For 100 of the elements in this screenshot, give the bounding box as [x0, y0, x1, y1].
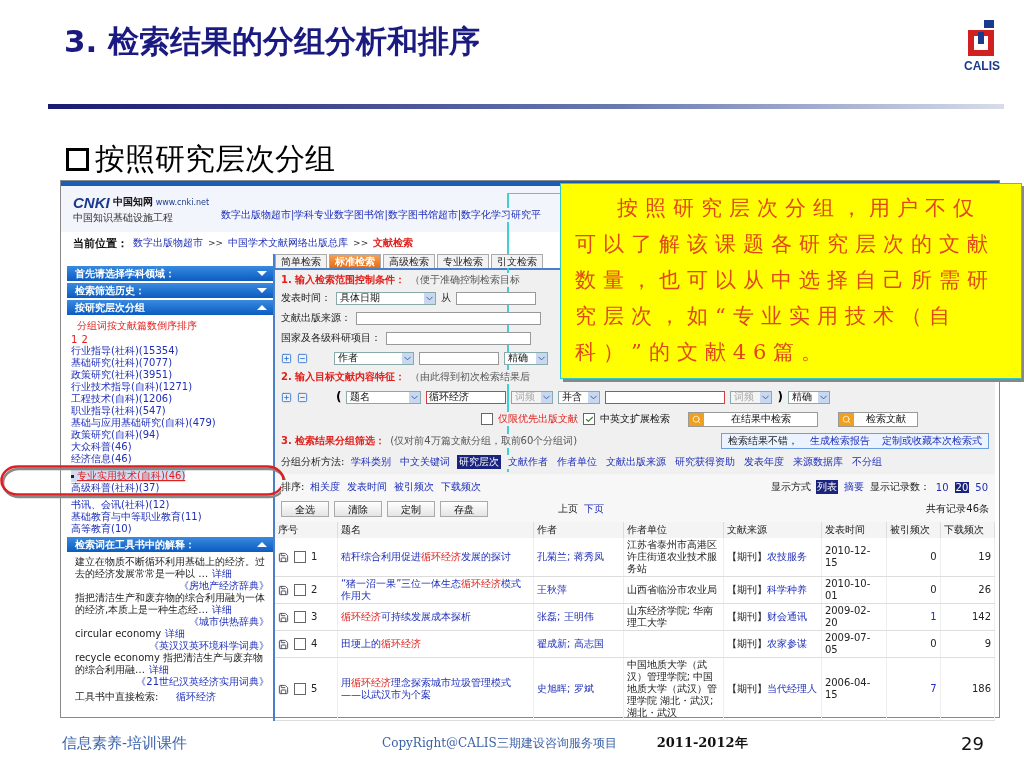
input-field[interactable]: [605, 390, 726, 404]
source-link[interactable]: 农技服务: [766, 551, 807, 563]
group-item[interactable]: 专业实用技术(自科)(46): [71, 470, 186, 482]
author-link[interactable]: 孔菊兰; 蒋秀凤: [537, 551, 604, 562]
group-method-link[interactable]: 作者单位: [555, 455, 600, 469]
checkbox[interactable]: [294, 551, 306, 563]
page-link[interactable]: 2: [81, 334, 88, 345]
pager-link[interactable]: 上页: [558, 502, 578, 516]
record-count-link[interactable]: 10: [934, 481, 950, 493]
source-link[interactable]: 当代经理人: [766, 683, 817, 695]
sort-link[interactable]: 发表时间: [346, 480, 389, 494]
group-item[interactable]: 书讯、会讯(社科)(12): [71, 499, 170, 511]
page-link[interactable]: 1: [71, 334, 78, 345]
detail-link[interactable]: 详细: [212, 604, 233, 615]
source-link[interactable]: 财会通讯: [766, 611, 807, 623]
search-tab[interactable]: 专业检索: [437, 254, 489, 268]
group-method-link[interactable]: 发表年度: [742, 455, 787, 469]
search-tab[interactable]: 简单检索: [275, 254, 327, 268]
group-method-link[interactable]: 不分组: [850, 455, 885, 469]
article-title-link[interactable]: 秸秆综合利用促进循环经济发展的探讨: [341, 551, 531, 563]
group-method-link[interactable]: 研究获得资助: [673, 455, 738, 469]
author-link[interactable]: 史旭晖; 罗斌: [537, 683, 594, 694]
save-icon[interactable]: [278, 611, 289, 623]
checkbox[interactable]: [294, 611, 306, 623]
group-item[interactable]: 高等教育(10): [71, 523, 132, 535]
add-row-icon[interactable]: [281, 391, 292, 403]
search-button[interactable]: 检索文献: [838, 411, 918, 427]
direct-search-link[interactable]: 循环经济: [176, 690, 217, 704]
group-item[interactable]: 行业指导(社科)(15354): [71, 345, 179, 357]
checkbox[interactable]: [583, 413, 595, 425]
report-link[interactable]: 生成检索报告: [810, 434, 870, 448]
group-item[interactable]: 政策研究(社科)(3951): [71, 369, 173, 381]
search-button[interactable]: 在结果中检索: [688, 411, 818, 427]
group-item[interactable]: 基础教育与中等职业教育(11): [71, 511, 202, 523]
cited-count[interactable]: 1: [930, 611, 937, 622]
group-item[interactable]: 高级科普(社科)(37): [71, 482, 160, 494]
remove-row-icon[interactable]: [297, 391, 308, 403]
cited-count[interactable]: 7: [930, 683, 937, 694]
dictionary-source[interactable]: 《城市供热辞典》: [189, 616, 269, 628]
checkbox[interactable]: [481, 413, 493, 425]
group-method-link[interactable]: 文献出版来源: [604, 455, 669, 469]
search-tab[interactable]: 引文检索: [491, 254, 543, 268]
breadcrumb-link[interactable]: 数字出版物超市: [133, 236, 203, 250]
detail-link[interactable]: 详细: [149, 664, 169, 675]
display-mode-link[interactable]: 列表: [815, 480, 838, 494]
author-link[interactable]: 翟成新; 高志国: [537, 638, 604, 649]
group-item[interactable]: 经济信息(46): [71, 453, 132, 465]
group-method-link[interactable]: 文献作者: [506, 455, 551, 469]
dropdown[interactable]: 具体日期: [336, 291, 436, 305]
add-row-icon[interactable]: [281, 352, 292, 364]
group-item[interactable]: 行业技术指导(自科)(1271): [71, 381, 193, 393]
toolbar-button[interactable]: 存盘: [440, 501, 488, 517]
display-mode-link[interactable]: 摘要: [842, 480, 865, 494]
group-method-link[interactable]: 来源数据库: [791, 455, 846, 469]
group-item[interactable]: 职业指导(社科)(547): [71, 405, 166, 417]
panel-header[interactable]: 首先请选择学科领域：: [67, 266, 273, 281]
remove-row-icon[interactable]: [297, 352, 308, 364]
dictionary-source[interactable]: 《英汉汉英环境科学词典》: [149, 640, 269, 652]
breadcrumb-link[interactable]: 文献检索: [373, 236, 414, 250]
save-icon[interactable]: [278, 683, 289, 695]
dropdown[interactable]: 精确: [787, 390, 830, 404]
sort-link[interactable]: 相关度: [309, 480, 342, 494]
group-item[interactable]: 政策研究(自科)(94): [71, 429, 160, 441]
dropdown[interactable]: 题名: [346, 390, 422, 404]
article-title-link[interactable]: “猪一沼一果”三位一体生态循环经济模式作用大: [341, 578, 531, 602]
source-link[interactable]: 科学种养: [766, 584, 807, 596]
record-count-link[interactable]: 20: [954, 481, 970, 493]
group-item[interactable]: 工程技术(自科)(1206): [71, 393, 173, 405]
dictionary-source[interactable]: 《21世纪汉英经济实用词典》: [136, 676, 269, 688]
dictionary-source[interactable]: 《房地产经济辞典》: [179, 580, 269, 592]
save-icon[interactable]: [278, 638, 289, 650]
detail-link[interactable]: 详细: [212, 568, 233, 579]
checkbox[interactable]: [294, 584, 306, 596]
source-link[interactable]: 农家参谋: [766, 638, 807, 650]
group-item[interactable]: 基础研究(社科)(7077): [71, 357, 173, 369]
input-field[interactable]: [386, 331, 531, 345]
breadcrumb-link[interactable]: 中国学术文献网络出版总库: [228, 236, 349, 250]
article-title-link[interactable]: 田埂上的循环经济: [341, 638, 531, 650]
dropdown[interactable]: 精确: [504, 351, 548, 365]
article-title-link[interactable]: 用循环经济理念探索城市垃圾管理模式——以武汉市为个案: [341, 677, 531, 701]
group-method-link[interactable]: 学科类别: [349, 455, 394, 469]
sort-link[interactable]: 被引频次: [393, 480, 436, 494]
checkbox[interactable]: [294, 638, 306, 650]
search-tab[interactable]: 高级检索: [383, 254, 435, 268]
detail-link[interactable]: 详细: [165, 628, 186, 639]
article-title-link[interactable]: 循环经济可持续发展成本探析: [341, 611, 531, 623]
panel-header[interactable]: 按研究层次分组: [67, 300, 273, 315]
author-link[interactable]: 张磊; 王明伟: [537, 611, 594, 622]
nav-links[interactable]: 数字出版物超市|学科专业数字图书馆|数字图书馆超市|数字化学习研究平: [221, 208, 542, 222]
save-icon[interactable]: [278, 551, 289, 563]
group-item[interactable]: 基础与应用基础研究(自科)(479): [71, 417, 216, 429]
report-link[interactable]: 定制或收藏本次检索式: [882, 434, 982, 448]
toolbar-button[interactable]: 定制: [387, 501, 435, 517]
dropdown[interactable]: 并含: [558, 390, 601, 404]
record-count-link[interactable]: 50: [974, 481, 989, 493]
pager-link[interactable]: 下页: [583, 502, 605, 516]
group-method-link[interactable]: 研究层次: [457, 455, 502, 469]
sort-link[interactable]: 下载频次: [440, 480, 483, 494]
input-field[interactable]: [419, 351, 499, 365]
checkbox[interactable]: [294, 683, 306, 695]
